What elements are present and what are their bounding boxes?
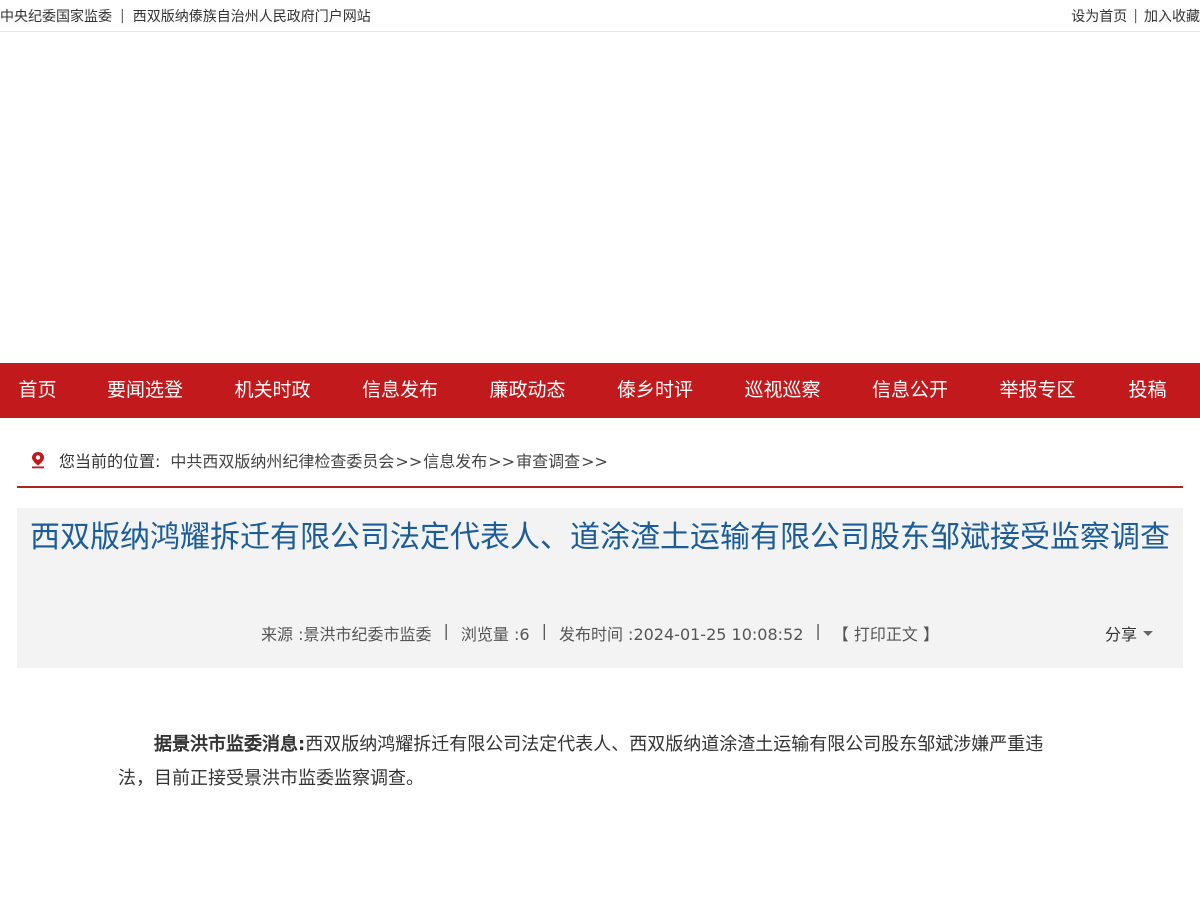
article-views: 浏览量 :6: [460, 625, 530, 644]
link-prefecture-gov[interactable]: 西双版纳傣族自治州人民政府门户网站: [133, 6, 371, 26]
share-label: 分享: [1104, 625, 1137, 644]
top-bar-right: 设为首页 | 加入收藏: [1071, 6, 1200, 26]
print-button[interactable]: 【 打印正文 】: [833, 621, 939, 645]
article-paragraph: 据景洪市监委消息:西双版纳鸿耀拆迁有限公司法定代表人、西双版纳道涂渣土运输有限公…: [118, 728, 1067, 796]
breadcrumb-arrow: >>: [395, 452, 423, 471]
breadcrumb-item-commission[interactable]: 中共西双版纳州纪律检查委员会: [170, 452, 394, 471]
meta-separator: |: [815, 621, 821, 640]
breadcrumb-label: 您当前的位置:: [59, 452, 161, 471]
nav-item-disclosure[interactable]: 信息公开: [840, 363, 980, 418]
add-favorite-link[interactable]: 加入收藏: [1144, 6, 1200, 26]
nav-item-affairs[interactable]: 机关时政: [215, 363, 330, 418]
top-bar-right-separator: |: [1133, 7, 1138, 24]
link-ccdi[interactable]: 中央纪委国家监委: [0, 6, 112, 26]
nav-item-integrity[interactable]: 廉政动态: [470, 363, 585, 418]
article-header: 西双版纳鸿耀拆迁有限公司法定代表人、道涂渣土运输有限公司股东邹斌接受监察调查 来…: [17, 508, 1183, 668]
banner-area: [0, 32, 1200, 363]
nav-item-report[interactable]: 举报专区: [980, 363, 1095, 418]
article-meta: 来源 :景洪市纪委市监委 | 浏览量 :6 | 发布时间 :2024-01-25…: [17, 621, 1183, 645]
article-published: 发布时间 :2024-01-25 10:08:52: [558, 625, 804, 644]
meta-separator: |: [443, 621, 449, 640]
breadcrumb-arrow: >>: [488, 452, 516, 471]
nav-item-home[interactable]: 首页: [0, 363, 75, 418]
article-title: 西双版纳鸿耀拆迁有限公司法定代表人、道涂渣土运输有限公司股东邹斌接受监察调查: [30, 520, 1170, 555]
nav-item-info-release[interactable]: 信息发布: [330, 363, 470, 418]
breadcrumb-item-investigation[interactable]: 审查调查: [516, 452, 580, 471]
nav-item-inspection[interactable]: 巡视巡察: [725, 363, 840, 418]
caret-down-icon: [1143, 630, 1153, 636]
location-pin-icon: [32, 452, 44, 469]
breadcrumb-trail: 中共西双版纳州纪律检查委员会>>信息发布>>审查调查>>: [170, 448, 608, 472]
breadcrumb: 您当前的位置: 中共西双版纳州纪律检查委员会>>信息发布>>审查调查>>: [17, 418, 1183, 488]
top-bar: 中央纪委国家监委 | 西双版纳傣族自治州人民政府门户网站 设为首页 | 加入收藏: [0, 0, 1200, 32]
nav-item-news[interactable]: 要闻选登: [75, 363, 215, 418]
nav-item-commentary[interactable]: 傣乡时评: [585, 363, 725, 418]
article-body: 据景洪市监委消息:西双版纳鸿耀拆迁有限公司法定代表人、西双版纳道涂渣土运输有限公…: [118, 728, 1067, 796]
nav-item-submit[interactable]: 投稿: [1095, 363, 1200, 418]
meta-separator: |: [541, 621, 547, 640]
set-homepage-link[interactable]: 设为首页: [1071, 6, 1127, 26]
article-source: 来源 :景洪市纪委市监委: [261, 625, 432, 644]
top-bar-left: 中央纪委国家监委 | 西双版纳傣族自治州人民政府门户网站: [0, 6, 371, 26]
article-lead: 据景洪市监委消息:: [154, 734, 306, 755]
main-nav: 首页 要闻选登 机关时政 信息发布 廉政动态 傣乡时评 巡视巡察 信息公开 举报…: [0, 363, 1200, 418]
top-bar-separator: |: [120, 7, 125, 24]
breadcrumb-arrow: >>: [581, 452, 608, 471]
share-dropdown[interactable]: 分享: [1105, 621, 1153, 645]
breadcrumb-item-info-release[interactable]: 信息发布: [423, 452, 487, 471]
